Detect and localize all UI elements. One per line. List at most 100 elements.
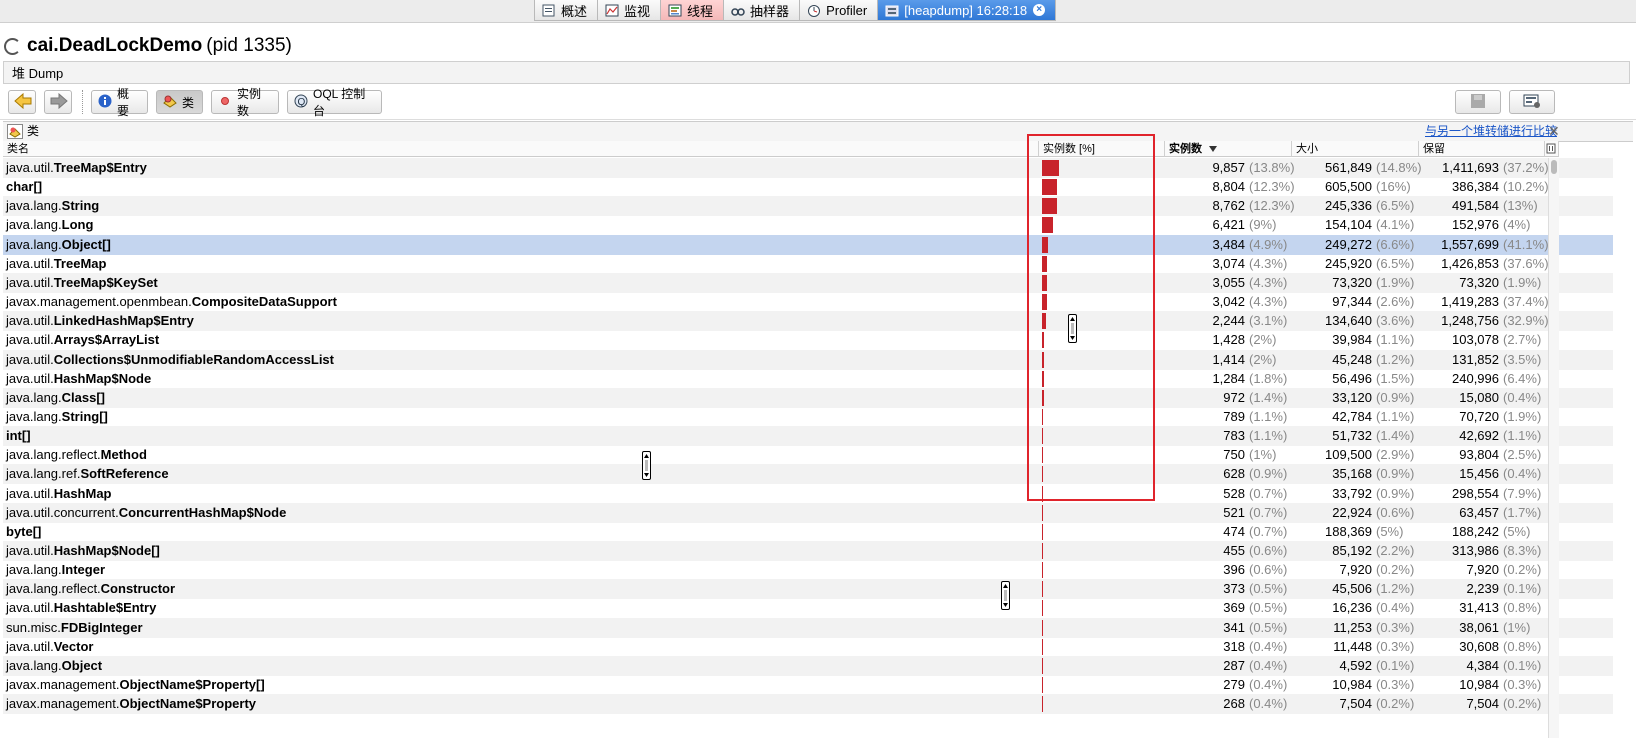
class-simple-name: Object [61,657,103,673]
classes-panel-title: 类 [27,124,40,138]
tab-heapdump[interactable]: [heapdump] 16:28:18 × [877,0,1057,21]
class-simple-name: ConcurrentHashMap$Node [118,504,287,520]
class-name-cell: java.lang.Object [6,656,102,676]
table-row[interactable]: java.lang.String 8,762 (12.3%) 245,336 (6.5%… [3,196,1613,217]
shallow-size: 45,248 [1332,351,1372,367]
table-row[interactable]: java.util.Arrays$ArrayList 1,428 (2%) 39,98… [3,330,1613,350]
table-row[interactable]: java.util.concurrent.ConcurrentHashMap$N… [3,502,1613,523]
oql-console-button[interactable]: Q OQL 控制台 [287,87,382,118]
save-heap-button[interactable] [1455,90,1501,114]
table-row[interactable]: javax.management.ObjectName$Property[] 27… [3,675,1613,695]
tab-overview[interactable]: 概述 [534,0,599,21]
shallow-size: 45,506 [1332,581,1372,597]
column-header-size[interactable]: 大小 [1292,141,1419,157]
resize-handle[interactable] [1001,581,1010,610]
heap-dump-toolbar: 概要 类 实例数 Q OQL 控制台 [0,85,1636,120]
retained-size: 30,608 [1459,638,1499,654]
instances-percent: (2%) [1249,351,1277,367]
shallow-size: 7,504 [1339,696,1372,712]
class-name-cell: int[] [6,426,31,446]
instances-button[interactable]: 实例数 [211,87,279,118]
table-row[interactable]: java.util.TreeMap$Entry 9,857 (13.8%) 561,8… [3,158,1613,178]
table-row[interactable]: byte[] 474 (0.7%) 188,369 (5%) 188,242 (5%) [3,522,1613,542]
class-simple-name: Long [61,217,94,233]
table-row[interactable]: java.lang.ref.SoftReference 628 (0.9%) 35,1… [3,464,1613,485]
table-row[interactable]: java.util.TreeMap$KeySet 3,055 (4.3%) 73,32… [3,272,1613,293]
table-row[interactable]: char[] 8,804 (12.3%) 605,500 (16%) 386,384 (10… [3,177,1613,197]
tab-label: 线程 [687,3,714,19]
class-name-cell: java.util.TreeMap$Entry [6,158,147,178]
table-row[interactable]: java.util.Vector 318 (0.4%) 11,448 (0.3%) 30,… [3,637,1613,657]
package-name: java.lang. [6,198,62,214]
instances-percent: (12.3%) [1249,198,1295,214]
class-simple-name: Vector [53,638,94,654]
table-row[interactable]: java.lang.Class[] 972 (1.4%) 33,120 (0.9%) 15… [3,387,1613,408]
retained-size-percent: (1%) [1503,619,1531,635]
shallow-size-percent: (2.9%) [1376,447,1415,463]
instances-count: 2,244 [1212,313,1245,329]
table-row[interactable]: java.util.HashMap 528 (0.7%) 33,792 (0.9%) 29… [3,484,1613,504]
summary-button[interactable]: 概要 [91,87,148,118]
shallow-size-percent: (14.8%) [1376,160,1422,175]
class-simple-name: Method [100,447,147,463]
class-name-cell: java.lang.Object[] [6,235,111,255]
package-name: javax.management. [6,677,120,693]
column-header-retained[interactable]: 保留 [1419,141,1545,157]
shallow-size: 33,792 [1332,485,1372,501]
package-name: java.util. [6,160,54,175]
column-header-instances[interactable]: 实例数 [1165,141,1292,157]
table-row[interactable]: java.lang.Long 6,421 (9%) 154,104 (4.1%) 152,… [3,215,1613,235]
instances-count: 3,074 [1212,255,1245,271]
back-button[interactable] [8,90,36,114]
shallow-size: 134,640 [1325,313,1372,329]
forward-button[interactable] [44,90,72,114]
table-row[interactable]: java.lang.Integer 396 (0.6%) 7,920 (0.2%) 7,9… [3,560,1613,580]
table-row[interactable]: java.util.Hashtable$Entry 369 (0.5%) 16,236… [3,598,1613,618]
instances-count: 287 [1223,657,1245,673]
table-row[interactable]: java.util.TreeMap 3,074 (4.3%) 245,920 (6.5%… [3,254,1613,274]
table-row[interactable]: java.lang.reflect.Method 750 (1%) 109,500 (2… [3,445,1613,465]
table-row[interactable]: java.lang.Object 287 (0.4%) 4,592 (0.1%) 4,38… [3,655,1613,676]
retained-size-percent: (0.3%) [1503,677,1542,693]
table-row[interactable]: java.lang.Object[] 3,484 (4.9%) 249,272 (6.6… [3,234,1613,255]
shallow-size-percent: (1.5%) [1376,370,1415,386]
tab-sampler[interactable]: 抽样器 [723,0,801,21]
table-row[interactable]: javax.management.ObjectName$Property 268(… [3,694,1613,715]
classes-panel-header: 类 与另一个堆转储进行比较 ✕ [3,121,1633,142]
vertical-scrollbar[interactable] [1548,158,1559,738]
table-row[interactable]: java.util.LinkedHashMap$Entry 2,244 (3.1%)… [3,311,1613,332]
shallow-size-percent: (1.2%) [1376,581,1415,597]
shallow-size-percent: (0.1%) [1376,657,1415,673]
compare-heap-dump-link[interactable]: 与另一个堆转储进行比较 [1425,122,1557,141]
close-panel-icon[interactable]: ✕ [1548,122,1560,141]
table-row[interactable]: java.util.Collections$UnmodifiableRandom… [3,349,1613,370]
classes-button[interactable]: 类 [156,90,203,114]
class-name-cell: java.util.concurrent.ConcurrentHashMap$N… [6,503,286,523]
table-row[interactable]: javax.management.openmbean.CompositeData… [3,292,1613,312]
table-row[interactable]: int[] 783 (1.1%) 51,732 (1.4%) 42,692 (1.1%) [3,426,1613,447]
column-chooser-button[interactable] [1545,141,1559,157]
column-header-class-name[interactable]: 类名 [3,141,1039,157]
retained-size-percent: (37.4%) [1503,294,1549,310]
class-simple-name: Object[] [61,236,111,252]
class-simple-name: char[] [6,179,43,195]
tab-threads[interactable]: 线程 [660,0,725,21]
tab-profiler[interactable]: Profiler [799,0,879,21]
table-row[interactable]: java.util.HashMap$Node[] 455 (0.6%) 85,192 (… [3,541,1613,561]
scrollbar-thumb[interactable] [1551,160,1557,174]
resize-handle[interactable] [642,451,651,480]
close-tab-icon[interactable]: × [1033,4,1046,16]
class-name-cell: java.util.Collections$UnmodifiableRandom… [6,350,334,370]
table-row[interactable]: sun.misc.FDBigInteger 341 (0.5%) 11,253 (0.3… [3,617,1613,638]
save-icon [1470,93,1486,112]
heap-settings-button[interactable] [1509,90,1555,114]
instances-percent: (0.6%) [1249,543,1288,558]
class-simple-name: String[] [61,408,108,424]
package-name: java.lang. [6,389,62,405]
class-simple-name: Collections$UnmodifiableRandomAccessList [53,351,334,367]
table-row[interactable]: java.lang.String[] 789 (1.1%) 42,784 (1.1%) 7… [3,407,1613,427]
table-row[interactable]: java.util.HashMap$Node 1,284 (1.8%) 56,496(… [3,369,1613,389]
retained-size: 63,457 [1459,504,1499,520]
table-row[interactable]: java.lang.reflect.Constructor 373 (0.5%) 45… [3,579,1613,600]
tab-monitor[interactable]: 监视 [597,0,662,21]
